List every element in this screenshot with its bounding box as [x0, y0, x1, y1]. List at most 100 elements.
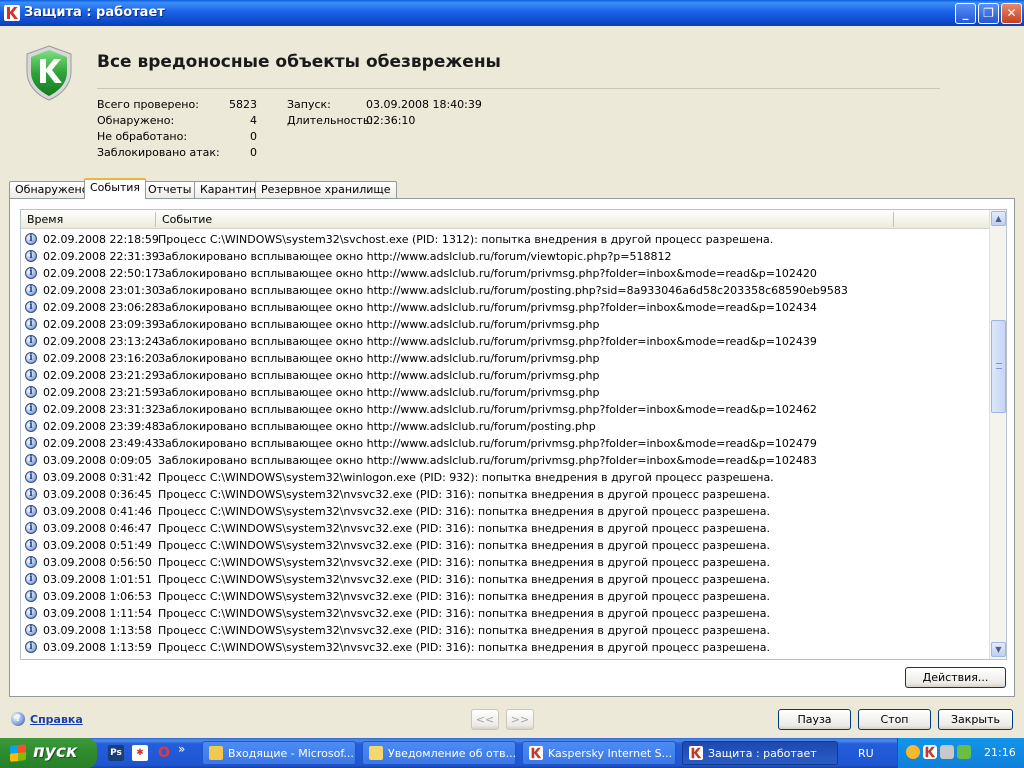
info-icon: i	[25, 352, 37, 364]
event-time: 03.09.2008 0:36:45	[43, 488, 152, 501]
task-label: Kaspersky Internet S...	[548, 747, 673, 760]
tab-quarantine[interactable]: Карантин	[194, 181, 263, 199]
vertical-scrollbar[interactable]: ▲ ▼	[989, 210, 1006, 659]
column-separator[interactable]	[155, 212, 156, 227]
event-row[interactable]: i 03.09.2008 0:09:05 Заблокировано всплыва…	[21, 452, 989, 469]
maximize-button[interactable]: ❐	[978, 3, 999, 24]
tab-backup-storage[interactable]: Резервное хранилище	[255, 181, 397, 199]
start-button[interactable]: пуск	[0, 738, 97, 768]
event-row[interactable]: i 02.09.2008 23:06:28 Заблокировано всплыв…	[21, 299, 989, 316]
event-description: Процесс C:\WINDOWS\system32\nvsvc32.exe …	[158, 522, 770, 535]
task-notification[interactable]: Уведомление об отв...	[362, 741, 516, 765]
event-time: 03.09.2008 0:41:46	[43, 505, 152, 518]
event-time: 03.09.2008 1:11:54	[43, 607, 152, 620]
stat-label-detected: Обнаружено:	[97, 114, 175, 127]
info-icon: i	[25, 488, 37, 500]
event-description: Заблокировано всплывающее окно http://ww…	[158, 403, 817, 416]
event-row[interactable]: i 02.09.2008 22:18:59 Процесс C:\WINDOWS\s…	[21, 231, 989, 248]
pause-button[interactable]: Пауза	[778, 709, 851, 730]
quicklaunch-more-icon[interactable]: »	[178, 742, 185, 756]
event-time: 02.09.2008 22:31:39	[43, 250, 159, 263]
event-description: Заблокировано всплывающее окно http://ww…	[158, 369, 600, 382]
event-description: Заблокировано всплывающее окно http://ww…	[158, 352, 600, 365]
event-description: Заблокировано всплывающее окно http://ww…	[158, 454, 817, 467]
event-row[interactable]: i 02.09.2008 23:13:24 Заблокировано всплыв…	[21, 333, 989, 350]
event-description: Процесс C:\WINDOWS\system32\nvsvc32.exe …	[158, 624, 770, 637]
photoshop-icon[interactable]: Ps	[108, 745, 124, 761]
event-row[interactable]: i 02.09.2008 23:21:29 Заблокировано всплыв…	[21, 367, 989, 384]
network-tray-icon[interactable]	[940, 745, 954, 759]
event-row[interactable]: i 02.09.2008 23:21:59 Заблокировано всплыв…	[21, 384, 989, 401]
info-icon: i	[25, 318, 37, 330]
event-description: Процесс C:\WINDOWS\system32\nvsvc32.exe …	[158, 539, 770, 552]
event-description: Заблокировано всплывающее окно http://ww…	[158, 318, 600, 331]
event-row[interactable]: i 02.09.2008 23:39:48 Заблокировано всплыв…	[21, 418, 989, 435]
event-row[interactable]: i 02.09.2008 23:31:32 Заблокировано всплыв…	[21, 401, 989, 418]
tab-reports[interactable]: Отчеты	[142, 181, 198, 199]
event-row[interactable]: i 02.09.2008 22:31:39 Заблокировано всплыв…	[21, 248, 989, 265]
next-page-button[interactable]: >>	[506, 709, 534, 730]
tab-detected[interactable]: Обнаружено	[9, 181, 95, 199]
opera-icon[interactable]: O	[156, 745, 172, 761]
event-row[interactable]: i 02.09.2008 23:49:43 Заблокировано всплыв…	[21, 435, 989, 452]
event-description: Заблокировано всплывающее окно http://ww…	[158, 301, 817, 314]
info-icon: i	[25, 539, 37, 551]
event-row[interactable]: i 02.09.2008 23:16:20 Заблокировано всплыв…	[21, 350, 989, 367]
event-row[interactable]: i 02.09.2008 23:01:30 Заблокировано всплыв…	[21, 282, 989, 299]
thumb-grip-icon	[996, 363, 1002, 369]
event-time: 03.09.2008 0:46:47	[43, 522, 152, 535]
close-button[interactable]: Закрыть	[938, 709, 1013, 730]
info-icon: i	[25, 641, 37, 653]
task-protection[interactable]: Защита : работает	[682, 741, 838, 765]
event-time: 03.09.2008 1:13:58	[43, 624, 152, 637]
window-title: Защита : работает	[24, 5, 165, 20]
kaspersky-app-icon	[4, 5, 20, 21]
event-row[interactable]: i 03.09.2008 0:56:50 Процесс C:\WINDOWS\sy…	[21, 554, 989, 571]
event-description: Заблокировано всплывающее окно http://ww…	[158, 386, 600, 399]
info-icon: i	[25, 522, 37, 534]
event-time: 02.09.2008 22:18:59	[43, 233, 159, 246]
puzzle-icon[interactable]: ✱	[132, 745, 148, 761]
column-header-event[interactable]: Событие	[162, 213, 212, 226]
event-row[interactable]: i 03.09.2008 0:46:47 Процесс C:\WINDOWS\sy…	[21, 520, 989, 537]
language-indicator[interactable]: RU	[858, 747, 874, 760]
column-separator[interactable]	[893, 212, 894, 227]
minimize-button[interactable]: _	[955, 3, 976, 24]
scrollbar-thumb[interactable]	[991, 320, 1006, 413]
info-icon: i	[25, 386, 37, 398]
actions-button[interactable]: Действия...	[905, 667, 1006, 688]
event-row[interactable]: i 03.09.2008 1:01:51 Процесс C:\WINDOWS\sy…	[21, 571, 989, 588]
column-header-time[interactable]: Время	[27, 213, 63, 226]
info-icon: i	[25, 454, 37, 466]
stop-button[interactable]: Стоп	[858, 709, 931, 730]
task-kaspersky[interactable]: Kaspersky Internet S...	[522, 741, 676, 765]
event-row[interactable]: i 03.09.2008 1:11:54 Процесс C:\WINDOWS\sy…	[21, 605, 989, 622]
help-icon[interactable]: ?	[11, 712, 25, 726]
event-time: 02.09.2008 23:49:43	[43, 437, 159, 450]
event-row[interactable]: i 03.09.2008 1:13:58 Процесс C:\WINDOWS\sy…	[21, 622, 989, 639]
event-row[interactable]: i 02.09.2008 22:50:17 Заблокировано всплыв…	[21, 265, 989, 282]
event-row[interactable]: i 02.09.2008 23:09:39 Заблокировано всплыв…	[21, 316, 989, 333]
event-row[interactable]: i 03.09.2008 0:41:46 Процесс C:\WINDOWS\sy…	[21, 503, 989, 520]
prev-page-button[interactable]: <<	[471, 709, 499, 730]
outlook-icon	[209, 746, 223, 760]
kaspersky-tray-icon[interactable]	[923, 745, 937, 759]
event-row[interactable]: i 03.09.2008 0:36:45 Процесс C:\WINDOWS\sy…	[21, 486, 989, 503]
stat-value-unprocessed: 0	[250, 130, 257, 143]
event-row[interactable]: i 03.09.2008 0:51:49 Процесс C:\WINDOWS\sy…	[21, 537, 989, 554]
help-link[interactable]: Справка	[30, 713, 83, 726]
scroll-down-button[interactable]: ▼	[991, 642, 1006, 657]
event-row[interactable]: i 03.09.2008 1:13:59 Процесс C:\WINDOWS\sy…	[21, 639, 989, 656]
event-row[interactable]: i 03.09.2008 0:31:42 Процесс C:\WINDOWS\sy…	[21, 469, 989, 486]
task-inbox[interactable]: Входящие - Microsof...	[202, 741, 356, 765]
tab-events[interactable]: События	[84, 178, 147, 199]
nvidia-tray-icon[interactable]	[957, 745, 971, 759]
kaspersky-shield-logo	[25, 45, 73, 101]
close-window-button[interactable]: ✕	[1001, 3, 1022, 24]
events-list[interactable]: Время Событие i 02.09.2008 22:18:59 Процес…	[20, 209, 1007, 660]
scroll-up-button[interactable]: ▲	[991, 211, 1006, 226]
event-time: 02.09.2008 23:16:20	[43, 352, 159, 365]
clock-tray-icon[interactable]	[906, 745, 920, 759]
event-row[interactable]: i 03.09.2008 1:06:53 Процесс C:\WINDOWS\sy…	[21, 588, 989, 605]
window-titlebar[interactable]: Защита : работает _ ❐ ✕	[0, 0, 1024, 26]
